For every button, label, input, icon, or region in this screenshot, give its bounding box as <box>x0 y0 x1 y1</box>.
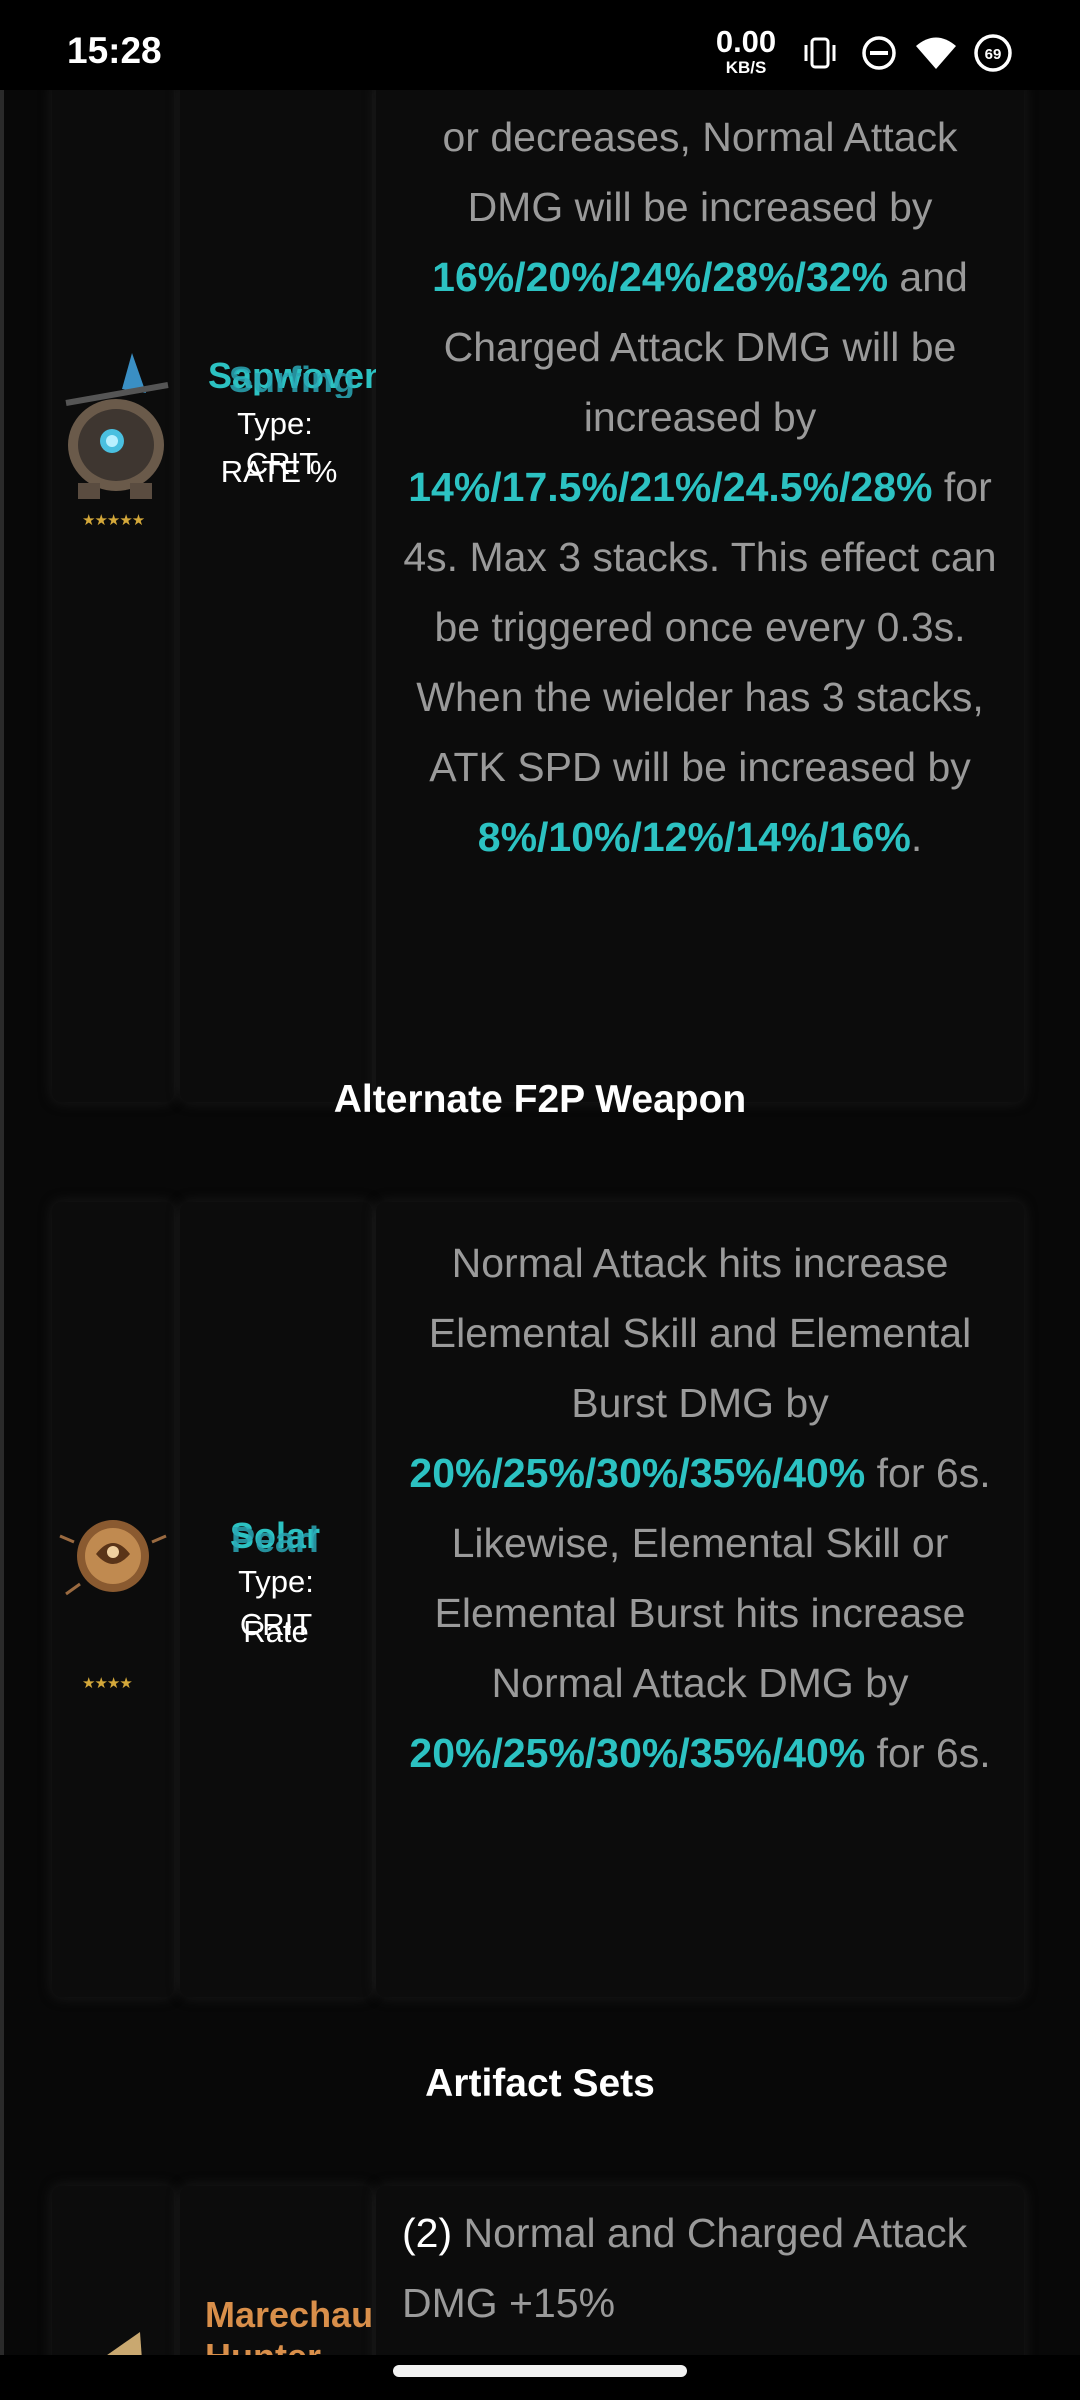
weapon-name-cell <box>180 90 372 1102</box>
effect-text-part: for 6s. <box>865 1730 991 1776</box>
battery-level: 69 <box>985 46 1002 63</box>
artifact-image[interactable] <box>96 2330 146 2355</box>
weapon-name-link[interactable]: Sapwoven Surfing <box>208 358 376 398</box>
artifact-name-link[interactable]: Marechaussee Hunter <box>205 2294 373 2355</box>
home-gesture-handle[interactable] <box>393 2365 687 2377</box>
wifi-icon <box>916 37 956 69</box>
artifact-effect-text: (2) Normal and Charged Attack DMG +15% <box>402 2198 1002 2338</box>
weapon-rarity-stars: ★★★★ <box>82 1675 133 1692</box>
weapon-icon-cell <box>52 90 174 1102</box>
artifact-piece-count: (2) <box>402 2210 453 2256</box>
weapon-image-sapwoven[interactable] <box>50 345 178 525</box>
effect-value-highlight: 14%/17.5%/21%/24.5%/28% <box>408 464 933 510</box>
weapon-type-value: Rate <box>243 1614 309 1649</box>
weapon-type-value: RATE % <box>220 454 338 489</box>
section-heading-artifact-sets: Artifact Sets <box>425 2062 655 2105</box>
status-bar: 15:28 0.00 KB/S 69 <box>0 0 1080 90</box>
weapon-name-cell <box>180 1202 372 1997</box>
weapon-image-solar-pearl[interactable] <box>52 1502 174 1602</box>
effect-text-part: Normal Attack hits increase Elemental Sk… <box>428 1240 972 1426</box>
status-time: 15:28 <box>67 30 162 71</box>
effect-value-highlight: 16%/20%/24%/28%/32% <box>432 254 889 300</box>
network-speed-value: 0.00 <box>715 24 777 59</box>
page-left-border <box>0 90 4 2355</box>
effect-text-part: or decreases, Normal Attack DMG will be … <box>442 114 958 230</box>
effect-text-part: for 4s. Max 3 stacks. This effect can be… <box>403 464 997 790</box>
network-speed: 0.00 KB/S <box>708 26 784 76</box>
network-speed-unit: KB/S <box>725 58 767 77</box>
artifact-bonus-text: Normal and Charged Attack DMG +15% <box>402 2210 968 2326</box>
weapon-type-label: Type: <box>238 1564 314 1599</box>
effect-value-highlight: 8%/10%/12%/14%/16% <box>477 814 911 860</box>
do-not-disturb-icon <box>862 36 896 70</box>
navigation-bar <box>0 2355 1080 2400</box>
weapon-effect-text: Normal Attack hits increase Elemental Sk… <box>395 1228 1005 1788</box>
guide-page[interactable]: ★★★★★ Sapwoven Surfing Type: CRIT RATE %… <box>0 90 1080 2355</box>
weapon-name-layer[interactable]: Surfing <box>208 362 376 398</box>
effect-value-highlight: 20%/25%/30%/35%/40% <box>409 1730 866 1776</box>
weapon-name-layer[interactable]: Pearl <box>190 1522 360 1558</box>
weapon-name-link[interactable]: Solar Pearl <box>190 1518 360 1558</box>
effect-value-highlight: 20%/25%/30%/35%/40% <box>409 1450 866 1496</box>
effect-text-part: . <box>910 814 923 860</box>
weapon-effect-text: or decreases, Normal Attack DMG will be … <box>395 102 1005 872</box>
weapon-rarity-stars: ★★★★★ <box>82 512 145 529</box>
vibrate-icon <box>804 37 836 69</box>
section-heading-alternate-weapon: Alternate F2P Weapon <box>333 1078 747 1121</box>
battery-icon: 69 <box>974 34 1012 72</box>
weapon-type-label: Type: <box>237 406 313 441</box>
